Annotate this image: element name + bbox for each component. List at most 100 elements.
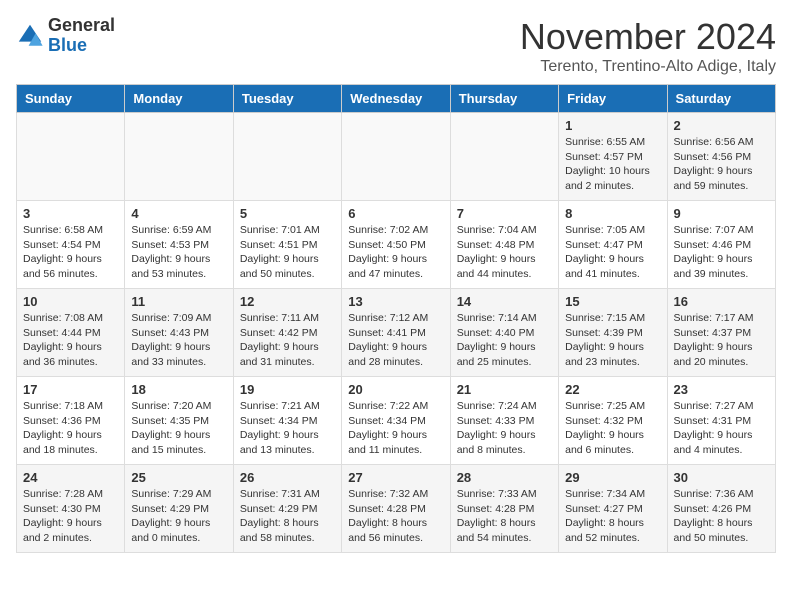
day-number: 13: [348, 294, 443, 309]
cell-info: Sunrise: 7:33 AM Sunset: 4:28 PM Dayligh…: [457, 487, 552, 546]
calendar-week-2: 3Sunrise: 6:58 AM Sunset: 4:54 PM Daylig…: [17, 201, 776, 289]
col-header-monday: Monday: [125, 85, 233, 113]
col-header-wednesday: Wednesday: [342, 85, 450, 113]
day-number: 20: [348, 382, 443, 397]
cell-info: Sunrise: 7:14 AM Sunset: 4:40 PM Dayligh…: [457, 311, 552, 370]
cell-info: Sunrise: 7:08 AM Sunset: 4:44 PM Dayligh…: [23, 311, 118, 370]
calendar-cell: 10 Sunrise: 7:08 AM Sunset: 4:44 PM Dayli…: [17, 289, 125, 377]
col-header-sunday: Sunday: [17, 85, 125, 113]
day-number: 23: [674, 382, 769, 397]
logo-general: General: [48, 16, 115, 36]
cell-info: Sunrise: 6:59 AM Sunset: 4:53 PM Dayligh…: [131, 223, 226, 282]
calendar-cell: [342, 113, 450, 201]
cell-info: Sunrise: 7:24 AM Sunset: 4:33 PM Dayligh…: [457, 399, 552, 458]
day-number: 11: [131, 294, 226, 309]
col-header-thursday: Thursday: [450, 85, 558, 113]
calendar-cell: 17Sunrise: 7:18 AM Sunset: 4:36 PM Dayli…: [17, 377, 125, 465]
cell-info: Sunrise: 6:55 AM Sunset: 4:57 PM Dayligh…: [565, 135, 660, 194]
cell-info: Sunrise: 7:20 AM Sunset: 4:35 PM Dayligh…: [131, 399, 226, 458]
day-number: 30: [674, 470, 769, 485]
cell-info: Sunrise: 7:27 AM Sunset: 4:31 PM Dayligh…: [674, 399, 769, 458]
title-area: November 2024 Terento, Trentino-Alto Adi…: [520, 16, 776, 76]
calendar-cell: [125, 113, 233, 201]
day-number: 6: [348, 206, 443, 221]
calendar-cell: 25Sunrise: 7:29 AM Sunset: 4:29 PM Dayli…: [125, 465, 233, 553]
calendar-cell: 27 Sunrise: 7:32 AM Sunset: 4:28 PM Dayli…: [342, 465, 450, 553]
cell-info: Sunrise: 6:58 AM Sunset: 4:54 PM Dayligh…: [23, 223, 118, 282]
cell-info: Sunrise: 7:12 AM Sunset: 4:41 PM Dayligh…: [348, 311, 443, 370]
calendar-body: 1Sunrise: 6:55 AM Sunset: 4:57 PM Daylig…: [17, 113, 776, 553]
calendar-cell: 23 Sunrise: 7:27 AM Sunset: 4:31 PM Dayli…: [667, 377, 775, 465]
cell-info: Sunrise: 7:01 AM Sunset: 4:51 PM Dayligh…: [240, 223, 335, 282]
calendar-cell: 3Sunrise: 6:58 AM Sunset: 4:54 PM Daylig…: [17, 201, 125, 289]
header: General Blue November 2024 Terento, Tren…: [16, 16, 776, 76]
day-number: 10: [23, 294, 118, 309]
day-number: 19: [240, 382, 335, 397]
logo-icon: [16, 22, 44, 50]
cell-info: Sunrise: 7:04 AM Sunset: 4:48 PM Dayligh…: [457, 223, 552, 282]
day-number: 28: [457, 470, 552, 485]
calendar-week-5: 24Sunrise: 7:28 AM Sunset: 4:30 PM Dayli…: [17, 465, 776, 553]
cell-info: Sunrise: 7:29 AM Sunset: 4:29 PM Dayligh…: [131, 487, 226, 546]
calendar-cell: 29 Sunrise: 7:34 AM Sunset: 4:27 PM Dayli…: [559, 465, 667, 553]
col-header-tuesday: Tuesday: [233, 85, 341, 113]
cell-info: Sunrise: 7:22 AM Sunset: 4:34 PM Dayligh…: [348, 399, 443, 458]
header-row: SundayMondayTuesdayWednesdayThursdayFrid…: [17, 85, 776, 113]
calendar-cell: 9Sunrise: 7:07 AM Sunset: 4:46 PM Daylig…: [667, 201, 775, 289]
calendar-cell: 11Sunrise: 7:09 AM Sunset: 4:43 PM Dayli…: [125, 289, 233, 377]
calendar-cell: 13 Sunrise: 7:12 AM Sunset: 4:41 PM Dayli…: [342, 289, 450, 377]
cell-info: Sunrise: 7:21 AM Sunset: 4:34 PM Dayligh…: [240, 399, 335, 458]
calendar: SundayMondayTuesdayWednesdayThursdayFrid…: [16, 84, 776, 553]
cell-info: Sunrise: 7:34 AM Sunset: 4:27 PM Dayligh…: [565, 487, 660, 546]
calendar-cell: [17, 113, 125, 201]
cell-info: Sunrise: 7:31 AM Sunset: 4:29 PM Dayligh…: [240, 487, 335, 546]
calendar-cell: 5 Sunrise: 7:01 AM Sunset: 4:51 PM Daylig…: [233, 201, 341, 289]
cell-info: Sunrise: 7:07 AM Sunset: 4:46 PM Dayligh…: [674, 223, 769, 282]
calendar-cell: 16Sunrise: 7:17 AM Sunset: 4:37 PM Dayli…: [667, 289, 775, 377]
calendar-week-3: 10 Sunrise: 7:08 AM Sunset: 4:44 PM Dayli…: [17, 289, 776, 377]
logo-text: General Blue: [48, 16, 115, 56]
calendar-cell: 20 Sunrise: 7:22 AM Sunset: 4:34 PM Dayli…: [342, 377, 450, 465]
month-title: November 2024: [520, 16, 776, 58]
calendar-cell: 14 Sunrise: 7:14 AM Sunset: 4:40 PM Dayli…: [450, 289, 558, 377]
calendar-cell: 30 Sunrise: 7:36 AM Sunset: 4:26 PM Dayli…: [667, 465, 775, 553]
cell-info: Sunrise: 7:18 AM Sunset: 4:36 PM Dayligh…: [23, 399, 118, 458]
calendar-cell: 18 Sunrise: 7:20 AM Sunset: 4:35 PM Dayli…: [125, 377, 233, 465]
day-number: 12: [240, 294, 335, 309]
day-number: 4: [131, 206, 226, 221]
cell-info: Sunrise: 6:56 AM Sunset: 4:56 PM Dayligh…: [674, 135, 769, 194]
cell-info: Sunrise: 7:32 AM Sunset: 4:28 PM Dayligh…: [348, 487, 443, 546]
calendar-cell: 26 Sunrise: 7:31 AM Sunset: 4:29 PM Dayli…: [233, 465, 341, 553]
cell-info: Sunrise: 7:11 AM Sunset: 4:42 PM Dayligh…: [240, 311, 335, 370]
day-number: 27: [348, 470, 443, 485]
calendar-cell: [233, 113, 341, 201]
cell-info: Sunrise: 7:02 AM Sunset: 4:50 PM Dayligh…: [348, 223, 443, 282]
day-number: 5: [240, 206, 335, 221]
day-number: 7: [457, 206, 552, 221]
day-number: 24: [23, 470, 118, 485]
day-number: 26: [240, 470, 335, 485]
day-number: 18: [131, 382, 226, 397]
calendar-cell: 21 Sunrise: 7:24 AM Sunset: 4:33 PM Dayli…: [450, 377, 558, 465]
calendar-cell: 19 Sunrise: 7:21 AM Sunset: 4:34 PM Dayli…: [233, 377, 341, 465]
day-number: 29: [565, 470, 660, 485]
calendar-cell: 6 Sunrise: 7:02 AM Sunset: 4:50 PM Daylig…: [342, 201, 450, 289]
calendar-cell: 1Sunrise: 6:55 AM Sunset: 4:57 PM Daylig…: [559, 113, 667, 201]
cell-info: Sunrise: 7:25 AM Sunset: 4:32 PM Dayligh…: [565, 399, 660, 458]
calendar-cell: 24Sunrise: 7:28 AM Sunset: 4:30 PM Dayli…: [17, 465, 125, 553]
logo-blue: Blue: [48, 36, 115, 56]
cell-info: Sunrise: 7:15 AM Sunset: 4:39 PM Dayligh…: [565, 311, 660, 370]
calendar-cell: 7 Sunrise: 7:04 AM Sunset: 4:48 PM Daylig…: [450, 201, 558, 289]
calendar-cell: 4 Sunrise: 6:59 AM Sunset: 4:53 PM Daylig…: [125, 201, 233, 289]
calendar-cell: 12 Sunrise: 7:11 AM Sunset: 4:42 PM Dayli…: [233, 289, 341, 377]
cell-info: Sunrise: 7:36 AM Sunset: 4:26 PM Dayligh…: [674, 487, 769, 546]
day-number: 14: [457, 294, 552, 309]
calendar-cell: [450, 113, 558, 201]
calendar-header: SundayMondayTuesdayWednesdayThursdayFrid…: [17, 85, 776, 113]
day-number: 21: [457, 382, 552, 397]
calendar-week-4: 17Sunrise: 7:18 AM Sunset: 4:36 PM Dayli…: [17, 377, 776, 465]
day-number: 2: [674, 118, 769, 133]
calendar-cell: 22Sunrise: 7:25 AM Sunset: 4:32 PM Dayli…: [559, 377, 667, 465]
cell-info: Sunrise: 7:05 AM Sunset: 4:47 PM Dayligh…: [565, 223, 660, 282]
calendar-cell: 8Sunrise: 7:05 AM Sunset: 4:47 PM Daylig…: [559, 201, 667, 289]
